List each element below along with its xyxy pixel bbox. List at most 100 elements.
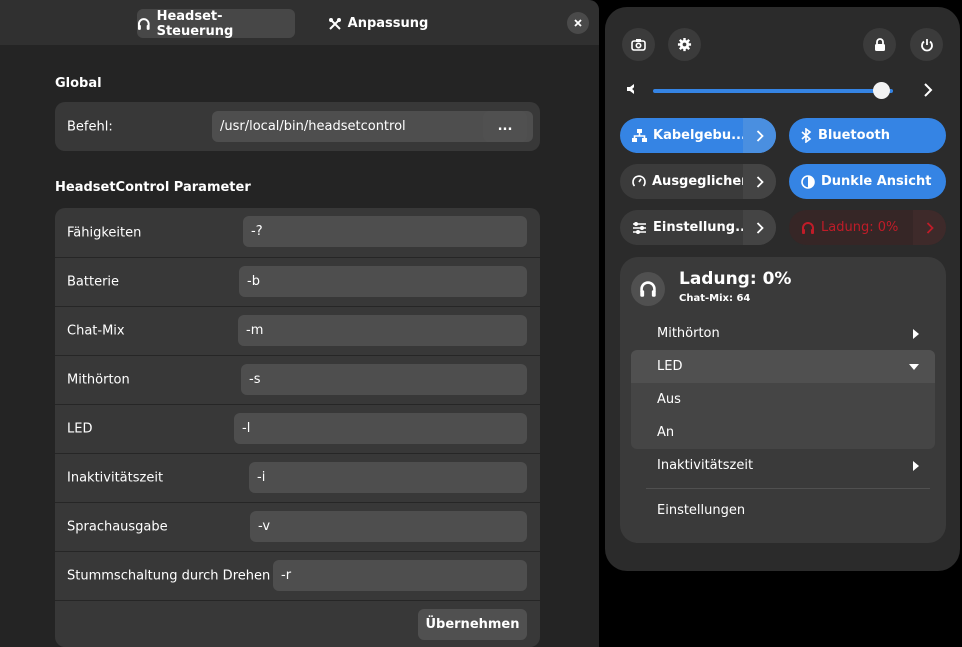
settings-button[interactable] [668,28,701,61]
param-field[interactable]: -s [241,364,527,395]
chevron-down-icon [909,363,919,370]
settings-sliders-icon [633,221,646,234]
close-icon [574,19,582,27]
chevron-right-icon [756,129,764,142]
lock-button[interactable] [863,28,896,61]
submenu-title: Ladung: 0% [679,269,792,289]
toggle-settings-app-menu[interactable] [743,210,776,245]
toggle-label: Ladung: 0% [821,220,899,235]
chevron-right-icon [756,221,764,234]
tab-anpassung[interactable]: Anpassung [322,9,434,38]
menu-item-mithoerton[interactable]: Mithörton [631,317,935,350]
param-row: LED -l [55,404,540,453]
wired-network-icon [632,129,647,142]
apply-button[interactable]: Übernehmen [418,609,527,640]
params-section-title: HeadsetControl Parameter [55,180,251,195]
headset-icon [137,17,150,30]
header-bar: Headset-Steuerung Anpassung [0,0,599,45]
param-field[interactable]: -? [243,216,527,247]
submenu-arrow-icon [913,460,919,471]
power-profile-icon [632,174,646,187]
toggle-label: Einstellung... [653,220,743,235]
param-label: LED [67,421,93,437]
camera-icon [631,39,646,51]
screenshot-button[interactable] [622,28,655,61]
param-label: Sprachausgabe [67,519,168,535]
params-card: Fähigkeiten -? Batterie -b Chat-Mix -m M… [55,208,540,647]
param-row: Fähigkeiten -? [55,208,540,257]
chevron-right-icon [926,221,934,234]
global-section-title: Global [55,76,102,91]
submenu-subtitle: Chat-Mix: 64 [679,293,751,304]
toggle-headset-battery[interactable]: Ladung: 0% [789,210,946,245]
tools-icon [328,17,341,30]
bluetooth-icon [801,128,812,143]
menu-separator [646,488,930,489]
param-label: Mithörton [67,372,130,388]
gear-icon [677,37,692,52]
param-label: Fähigkeiten [67,225,142,240]
headset-icon [640,281,656,297]
headset-control-window: Headset-Steuerung Anpassung Global Befeh… [0,0,599,647]
dark-mode-icon [801,174,815,189]
menu-item-label: LED [657,359,683,374]
menu-item-label: Mithörton [657,326,720,341]
param-row: Mithörton -s [55,355,540,404]
menu-item-led-an[interactable]: An [631,416,935,449]
toggle-label: Ausgeglichen [652,174,743,189]
toggle-dark-mode[interactable]: Dunkle Ansicht [789,164,946,199]
param-field[interactable]: -l [234,413,527,444]
power-button[interactable] [910,28,943,61]
menu-item-label: Inaktivitätszeit [657,458,754,473]
param-field[interactable]: -r [273,560,527,591]
tab-headset-steuerung[interactable]: Headset-Steuerung [137,8,295,39]
toggle-label: Dunkle Ansicht [821,174,932,189]
toggle-wired-network-menu[interactable] [743,118,776,153]
headset-submenu: Ladung: 0% Chat-Mix: 64 Mithörton LED Au… [620,257,946,543]
browse-button[interactable]: ... [483,111,527,142]
command-label: Befehl: [67,119,113,135]
submenu-arrow-icon [913,328,919,339]
apply-row: Übernehmen [55,600,540,647]
menu-item-led[interactable]: LED [631,350,935,383]
param-field[interactable]: -b [239,266,527,297]
volume-muted-icon [627,84,637,94]
param-field[interactable]: -v [250,511,527,542]
power-icon [920,38,933,51]
menu-item-label: Aus [657,392,681,407]
menu-item-label: An [657,425,675,440]
headset-icon [802,221,814,234]
param-field[interactable]: -m [238,315,527,346]
toggle-power-profile-menu[interactable] [743,164,776,199]
toggle-wired-network[interactable]: Kabelgebu... [620,118,776,153]
param-label: Stummschaltung durch Drehen [67,568,271,584]
menu-item-led-aus[interactable]: Aus [631,383,935,416]
menu-item-inaktivitaetszeit[interactable]: Inaktivitätszeit [631,449,935,482]
toggle-label: Kabelgebu... [653,128,743,143]
tab-label: Headset-Steuerung [156,8,234,39]
toggle-settings-app[interactable]: Einstellung... [620,210,776,245]
menu-item-einstellungen[interactable]: Einstellungen [631,494,935,527]
param-row: Batterie -b [55,257,540,306]
lock-icon [874,38,885,51]
toggle-bluetooth[interactable]: Bluetooth [789,118,946,153]
param-label: Batterie [67,274,120,290]
param-label: Inaktivitätszeit [67,470,164,486]
param-field[interactable]: -i [249,462,527,493]
close-button[interactable] [567,12,589,34]
chevron-right-icon[interactable] [923,83,933,97]
chevron-right-icon [756,175,764,188]
toggle-label: Bluetooth [818,128,890,143]
toggle-headset-battery-menu[interactable] [913,210,946,245]
tab-label: Anpassung [347,16,429,31]
global-card: Befehl: /usr/local/bin/headsetcontrol ..… [55,102,540,151]
param-row: Sprachausgabe -v [55,502,540,551]
param-label: Chat-Mix [67,323,125,339]
toggle-power-profile[interactable]: Ausgeglichen [620,164,776,199]
volume-slider-track[interactable] [653,89,893,93]
volume-slider-handle[interactable] [872,82,890,99]
menu-item-label: Einstellungen [657,503,746,518]
headset-avatar [631,272,665,306]
param-row: Inaktivitätszeit -i [55,453,540,502]
param-row: Chat-Mix -m [55,306,540,355]
